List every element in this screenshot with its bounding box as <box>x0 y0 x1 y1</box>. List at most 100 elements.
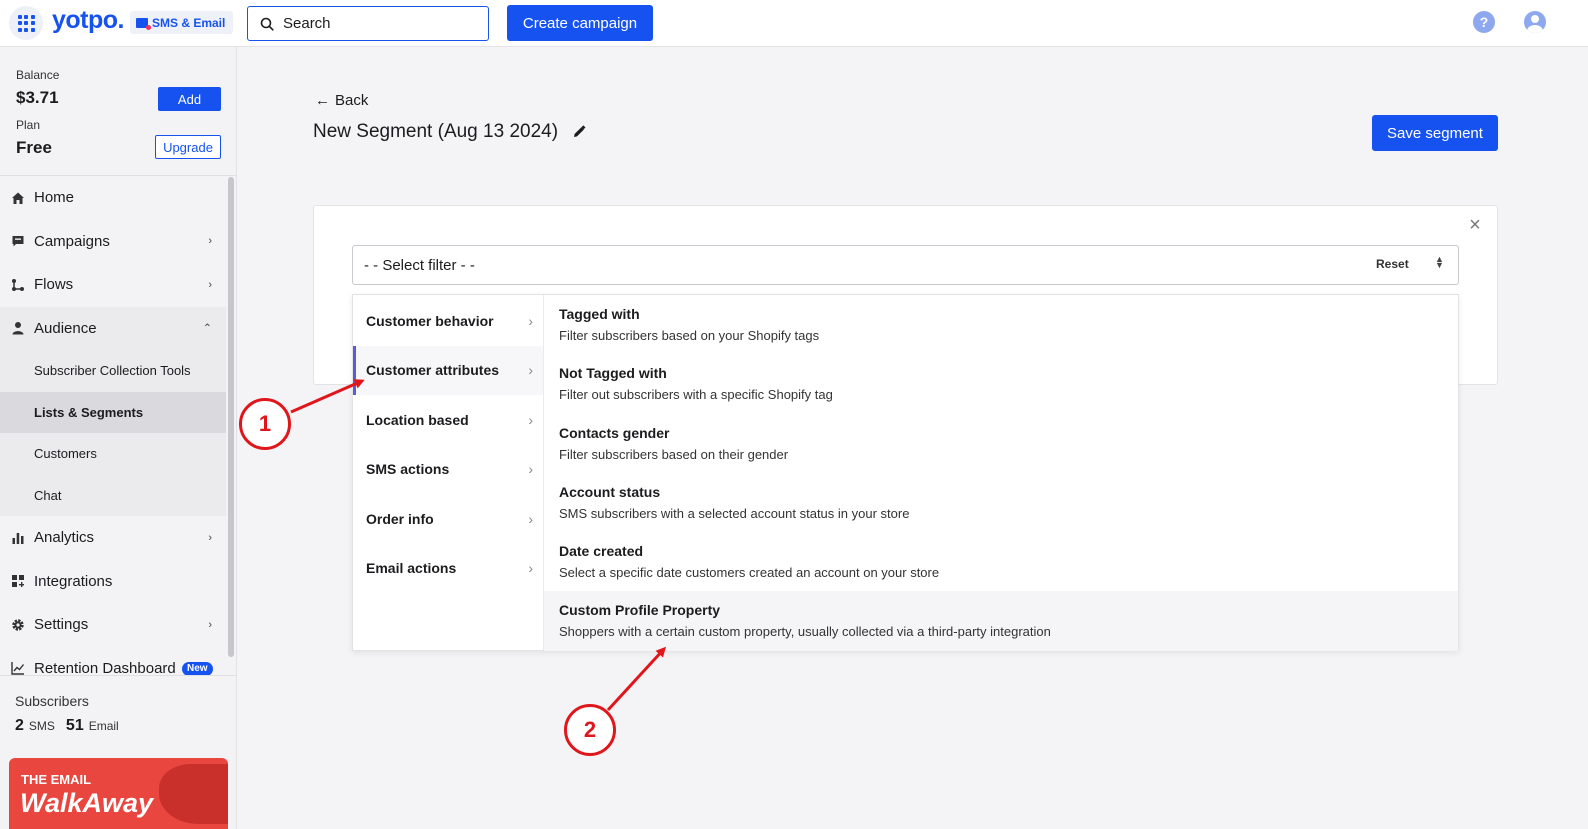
category-customer-behavior[interactable]: Customer behavior › <box>353 296 543 346</box>
filter-option-contacts-gender[interactable]: Contacts gender Filter subscribers based… <box>544 414 1458 473</box>
filter-option-tagged-with[interactable]: Tagged with Filter subscribers based on … <box>544 295 1458 354</box>
plan-label: Plan <box>16 118 41 132</box>
email-label: Email <box>88 719 119 733</box>
email-count: 51 <box>65 717 84 734</box>
product-switcher[interactable]: SMS & Email <box>130 11 234 34</box>
balance-value: $3.71 <box>16 88 59 107</box>
category-label: Location based <box>366 411 469 428</box>
user-avatar-icon[interactable] <box>1524 11 1546 33</box>
sidebar-item-customers[interactable]: Customers <box>0 433 226 475</box>
campaigns-icon <box>11 234 25 248</box>
annotation-arrow-2 <box>606 646 667 712</box>
filter-option-not-tagged-with[interactable]: Not Tagged with Filter out subscribers w… <box>544 354 1458 413</box>
sms-label: SMS <box>28 719 55 733</box>
sidebar-item-settings[interactable]: Settings › <box>0 603 226 647</box>
category-label: Customer attributes <box>366 362 500 379</box>
sms-email-icon <box>136 17 151 30</box>
filter-option-custom-profile-property[interactable]: Custom Profile Property Shoppers with a … <box>544 591 1458 651</box>
sidebar-item-label: Settings <box>34 616 89 634</box>
sidebar-item-label: Campaigns <box>34 232 110 250</box>
arrow-left-icon: ← <box>315 92 330 109</box>
search-input[interactable]: Search <box>247 6 489 41</box>
category-label: Customer behavior <box>366 312 494 329</box>
filter-option-account-status[interactable]: Account status SMS subscribers with a se… <box>544 473 1458 532</box>
chevron-up-icon: ⌃ <box>202 322 212 335</box>
sidebar-item-home[interactable]: Home <box>0 176 226 220</box>
filter-categories: Customer behavior › Customer attributes … <box>353 295 544 650</box>
select-arrows-icon: ▲ ▼ <box>1435 254 1444 270</box>
chevron-right-icon: › <box>208 235 212 248</box>
sidebar-item-campaigns[interactable]: Campaigns › <box>0 220 226 264</box>
product-label: SMS & Email <box>152 15 226 30</box>
top-bar: yotpo. SMS & Email Search Create campaig… <box>0 0 1588 47</box>
option-title: Custom Profile Property <box>559 602 721 619</box>
sidebar-item-lists-segments[interactable]: Lists & Segments <box>0 391 226 433</box>
promo-line-1: THE EMAIL <box>21 772 92 787</box>
add-balance-button[interactable]: Add <box>158 87 221 111</box>
reset-button[interactable]: Reset <box>1376 257 1409 271</box>
plan-value: Free <box>16 138 52 157</box>
back-link[interactable]: ← Back <box>315 92 368 109</box>
grid-icon <box>17 14 35 32</box>
sidebar-item-label: Integrations <box>34 572 113 590</box>
subscribers-label: Subscribers <box>15 693 89 709</box>
filter-dropdown: Customer behavior › Customer attributes … <box>352 294 1459 651</box>
annotation-step-1: 1 <box>239 398 291 450</box>
chevron-right-icon: › <box>208 278 212 291</box>
subscribers-counts: 2 SMS 51 Email <box>15 717 119 735</box>
option-description: Select a specific date customers created… <box>559 565 940 581</box>
option-title: Contacts gender <box>559 424 670 441</box>
promo-line-2: WalkAway <box>20 788 154 818</box>
sidebar-item-chat[interactable]: Chat <box>0 474 226 516</box>
sidebar-item-analytics[interactable]: Analytics › <box>0 516 226 560</box>
annotation-step-2: 2 <box>564 704 616 756</box>
sidebar-item-label: Audience <box>34 319 97 337</box>
integrations-icon <box>11 574 25 588</box>
category-customer-attributes[interactable]: Customer attributes › <box>353 345 543 395</box>
option-description: Filter subscribers based on your Shopify… <box>559 328 820 343</box>
promo-banner[interactable]: THE EMAIL WalkAway <box>9 758 228 829</box>
sidebar-item-subscriber-collection[interactable]: Subscriber Collection Tools <box>0 350 226 392</box>
category-order-info[interactable]: Order info › <box>353 494 543 544</box>
chevron-right-icon: › <box>528 411 533 428</box>
pencil-icon[interactable] <box>572 125 586 139</box>
filter-select[interactable]: - - Select filter - - <box>352 245 1459 285</box>
option-description: Shoppers with a certain custom property,… <box>559 624 1051 640</box>
filter-option-date-created[interactable]: Date created Select a specific date cust… <box>544 532 1458 591</box>
option-title: Not Tagged with <box>559 365 667 382</box>
option-title: Account status <box>559 483 661 500</box>
upgrade-button[interactable]: Upgrade <box>155 135 221 159</box>
chevron-right-icon: › <box>528 461 533 478</box>
option-description: Filter out subscribers with a specific S… <box>559 387 833 403</box>
category-location-based[interactable]: Location based › <box>353 395 543 445</box>
sidebar-item-audience[interactable]: Audience ⌃ <box>0 306 226 350</box>
sidebar-item-integrations[interactable]: Integrations <box>0 560 226 604</box>
category-sms-actions[interactable]: SMS actions › <box>353 445 543 495</box>
sidebar-item-label: Home <box>34 189 75 207</box>
category-label: Email actions <box>366 560 457 577</box>
flows-icon <box>11 278 25 292</box>
sidebar-item-flows[interactable]: Flows › <box>0 263 226 307</box>
sms-count: 2 <box>15 717 24 734</box>
help-icon[interactable]: ? <box>1473 11 1495 33</box>
category-email-actions[interactable]: Email actions › <box>353 544 543 594</box>
person-icon <box>11 321 25 335</box>
sidebar-nav: Home Campaigns › Flows › Audience ⌃ Subs… <box>0 176 226 690</box>
balance-label: Balance <box>16 68 60 82</box>
option-title: Date created <box>559 543 644 560</box>
segment-name: New Segment (Aug 13 2024) <box>313 121 559 142</box>
chevron-right-icon: › <box>528 560 533 577</box>
option-title: Tagged with <box>559 306 640 322</box>
sidebar-scrollbar[interactable] <box>228 177 234 657</box>
option-description: Filter subscribers based on their gender <box>559 446 789 462</box>
app-switcher-button[interactable] <box>9 6 43 40</box>
chevron-right-icon: › <box>208 531 212 544</box>
yotpo-logo[interactable]: yotpo. <box>52 6 125 35</box>
sidebar-item-label: Flows <box>34 276 74 294</box>
create-campaign-button[interactable]: Create campaign <box>507 5 653 41</box>
filter-select-placeholder: - - Select filter - - <box>364 256 475 274</box>
category-label: SMS actions <box>366 461 450 478</box>
save-segment-button[interactable]: Save segment <box>1372 115 1498 151</box>
close-icon[interactable]: × <box>1465 215 1485 235</box>
option-description: SMS subscribers with a selected account … <box>559 505 910 521</box>
